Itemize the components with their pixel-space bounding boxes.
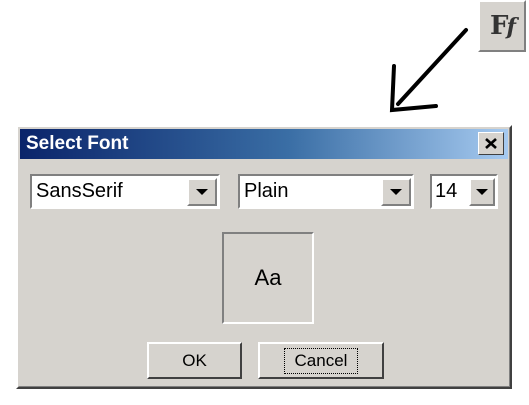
font-style-select[interactable]: Plain [238,174,414,209]
font-select-button[interactable]: Ff [478,0,526,52]
annotation-arrow-icon [389,28,468,113]
font-size-select[interactable]: 14 [430,174,498,209]
chevron-down-icon [390,188,402,195]
cancel-button-label: Cancel [283,347,359,374]
ok-button[interactable]: OK [147,342,242,379]
font-icon-glyph-main: F [490,11,509,41]
dialog-title-bar[interactable]: Select Font [20,129,508,159]
font-size-dropdown-button[interactable] [469,177,495,206]
cancel-button[interactable]: Cancel [258,342,384,379]
close-icon [485,138,497,149]
font-family-value: SansSerif [36,180,123,202]
screen: Ff Select Font SansSerif Plain 14 Aa OK … [0,0,529,405]
chevron-down-icon [196,188,208,195]
close-button[interactable] [478,132,504,155]
font-preview-text: Aa [254,265,282,290]
font-icon-glyph-sub: f [506,14,517,40]
select-font-dialog: Select Font SansSerif Plain 14 Aa OK Can… [16,125,512,389]
dialog-title: Select Font [26,133,129,154]
font-select-icon: Ff [490,11,517,41]
font-size-value: 14 [435,180,458,202]
font-style-dropdown-button[interactable] [381,177,411,206]
chevron-down-icon [476,188,488,195]
font-family-dropdown-button[interactable] [187,177,217,206]
font-style-value: Plain [244,180,289,202]
ok-button-label: OK [182,350,207,370]
font-family-select[interactable]: SansSerif [30,174,220,209]
font-preview: Aa [222,232,314,324]
